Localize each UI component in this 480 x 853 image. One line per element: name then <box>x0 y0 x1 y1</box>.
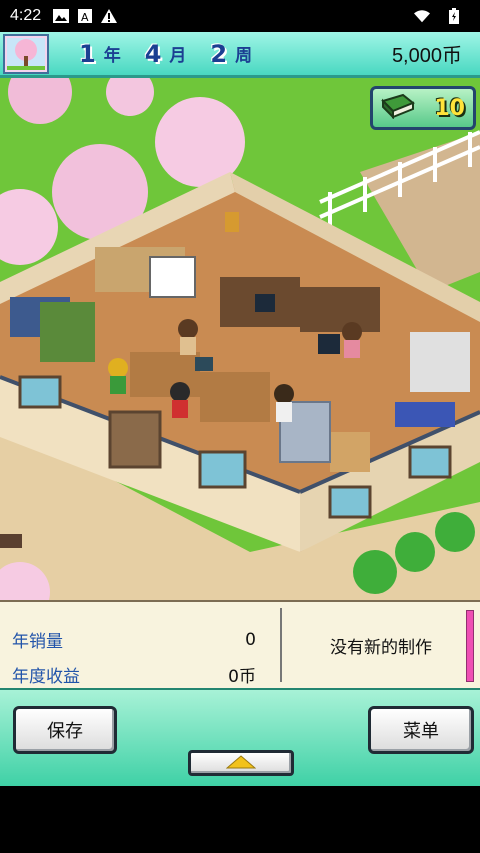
expand-button[interactable] <box>188 750 294 776</box>
progress-indicator <box>466 610 474 682</box>
bottom-controls: 保存 菜单 <box>0 688 480 786</box>
year-unit: 年 <box>103 46 121 66</box>
annual-revenue-row: 年度收益 0币 <box>12 657 268 692</box>
month-unit: 月 <box>169 46 187 66</box>
production-message: 没有新的制作 <box>330 637 432 658</box>
info-panel: 年销量 0 年度收益 0币 没有新的制作 <box>0 600 480 688</box>
annual-sales-value: 0 <box>245 629 256 650</box>
research-points-badge[interactable]: 10 <box>370 86 476 130</box>
annual-stats: 年销量 0 年度收益 0币 <box>0 608 282 687</box>
battery-icon <box>446 8 462 24</box>
annual-revenue-label: 年度收益 <box>12 667 80 687</box>
save-button[interactable]: 保存 <box>13 706 117 754</box>
cherry-tree-icon[interactable] <box>3 33 49 74</box>
menu-button[interactable]: 菜单 <box>368 706 474 754</box>
svg-text:A: A <box>81 11 89 23</box>
up-triangle-icon <box>225 753 257 774</box>
image-icon <box>53 8 70 24</box>
annual-sales-label: 年销量 <box>12 632 63 652</box>
wifi-icon <box>414 8 430 24</box>
warning-icon <box>101 8 118 24</box>
money-counter: 5,000币 <box>391 45 462 67</box>
top-hud: 1 年 4 月 2 周 5,000币 <box>0 32 480 78</box>
research-points-value: 10 <box>434 95 465 121</box>
book-icon <box>381 93 415 123</box>
annual-revenue-value: 0币 <box>228 667 256 687</box>
year-number: 1 <box>79 39 96 68</box>
week-unit: 周 <box>235 46 253 66</box>
annual-sales-row: 年销量 0 <box>12 622 268 657</box>
navigation-area <box>0 786 480 853</box>
week-number: 2 <box>210 39 228 68</box>
status-bar: 4:22 A <box>0 0 480 32</box>
a-badge-icon: A <box>77 8 93 24</box>
status-time: 4:22 <box>10 7 42 24</box>
game-date: 1 年 4 月 2 周 <box>79 40 268 68</box>
month-number: 4 <box>144 39 162 68</box>
game-screen: 4:22 A 1 年 4 月 2 周 5,000币 10 年销量 0 年度收益 … <box>0 0 480 853</box>
